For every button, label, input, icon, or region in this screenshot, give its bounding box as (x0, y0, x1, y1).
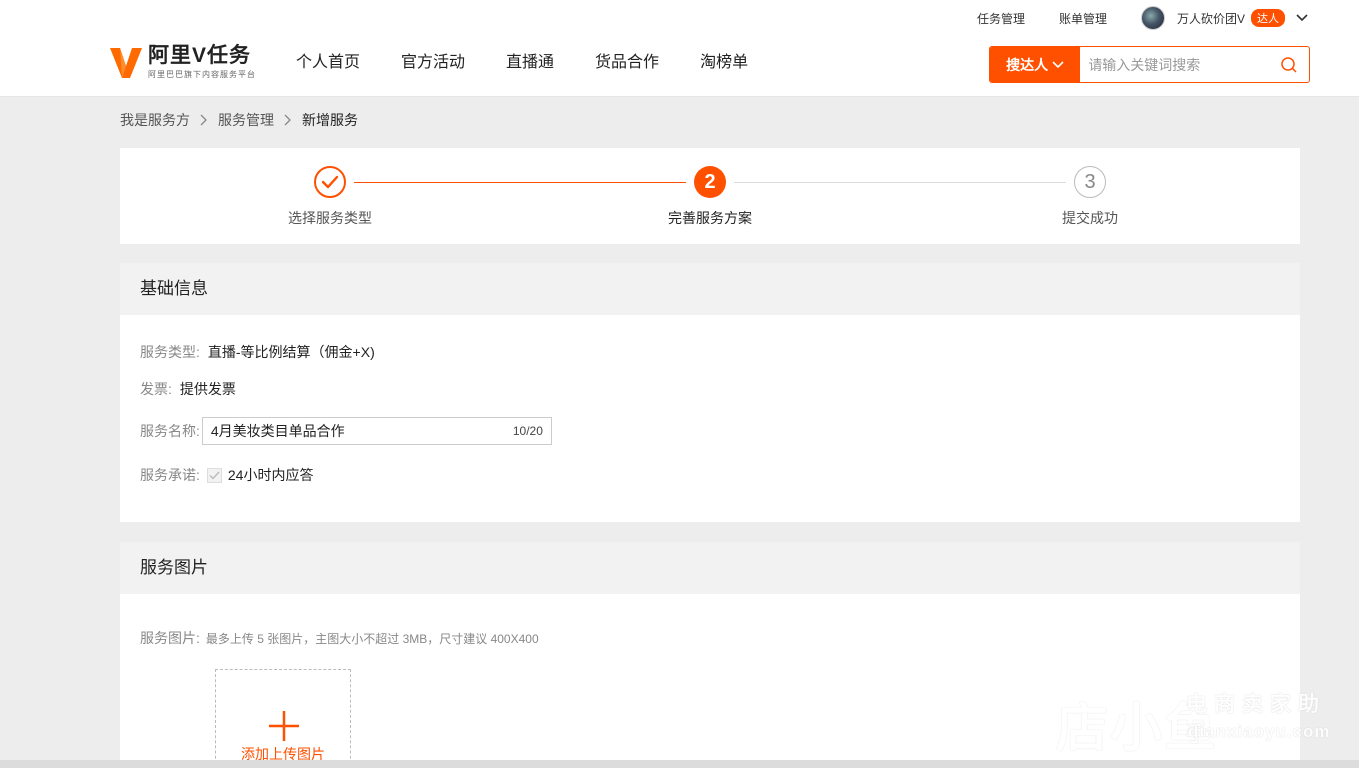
breadcrumb: 我是服务方 服务管理 新增服务 (120, 110, 358, 130)
upload-image-button[interactable]: 添加上传图片 (215, 669, 351, 768)
promise-checkbox[interactable] (206, 467, 222, 483)
logo-icon (110, 48, 142, 78)
logo[interactable]: 阿里V任务 阿里巴巴旗下内容服务平台 (108, 44, 256, 80)
nav-official-activity[interactable]: 官方活动 (401, 52, 465, 74)
breadcrumb-new-service: 新增服务 (302, 112, 358, 128)
nav-goods-cooperation[interactable]: 货品合作 (595, 52, 659, 74)
invoice-value: 提供发票 (179, 381, 236, 397)
step-1: 选择服务类型 (260, 166, 400, 228)
topbar: 任务管理 账单管理 万人砍价团V 达人 (977, 0, 1359, 36)
promise-row: 服务承诺: 24小时内应答 (140, 465, 313, 485)
chevron-right-icon (200, 114, 208, 126)
service-type-row: 服务类型: 直播-等比例结算（佣金+X) (140, 342, 375, 362)
breadcrumb-service-provider[interactable]: 我是服务方 (120, 110, 190, 130)
header: 任务管理 账单管理 万人砍价团V 达人 阿里V任务 阿里巴巴旗下内容服务平台 个… (0, 0, 1359, 97)
service-name-label: 服务名称: (140, 423, 200, 439)
logo-subtitle: 阿里巴巴旗下内容服务平台 (148, 70, 256, 79)
progress-steps: 选择服务类型 2 完善服务方案 3 提交成功 (120, 148, 1300, 244)
images-row: 服务图片: 最多上传 5 张图片，主图大小不超过 3MB，尺寸建议 400X40… (140, 628, 539, 648)
task-manage-link[interactable]: 任务管理 (977, 10, 1025, 27)
search-type-dropdown[interactable]: 搜达人 (990, 47, 1081, 82)
service-type-label: 服务类型: (140, 344, 200, 360)
nav-rankings[interactable]: 淘榜单 (700, 52, 748, 74)
chevron-down-icon[interactable] (1295, 11, 1309, 25)
promise-value: 24小时内应答 (227, 467, 314, 483)
fish-logo-icon (968, 693, 1050, 739)
search-icon[interactable] (1269, 47, 1309, 82)
step-2-label: 完善服务方案 (668, 210, 752, 226)
username: 万人砍价团V (1176, 11, 1245, 26)
main-nav: 个人首页 官方活动 直播通 货品合作 淘榜单 (296, 52, 789, 74)
basic-info-title: 基础信息 (120, 263, 1300, 315)
watermark: 店小鱼 电商卖家助手 dianxiaoyu.com (968, 684, 1348, 758)
step-3-label: 提交成功 (1062, 210, 1118, 226)
plus-icon (269, 711, 299, 741)
images-title: 服务图片 (120, 542, 1300, 594)
images-label: 服务图片: (140, 630, 200, 646)
service-type-value: 直播-等比例结算（佣金+X) (207, 344, 375, 360)
invoice-label: 发票: (140, 381, 172, 397)
step-3: 3 提交成功 (1020, 166, 1160, 228)
nav-live[interactable]: 直播通 (506, 52, 554, 74)
step-1-label: 选择服务类型 (288, 210, 372, 226)
user-menu[interactable]: 万人砍价团V 达人 (1140, 6, 1309, 30)
search-type-label: 搜达人 (1006, 56, 1049, 73)
promise-label: 服务承诺: (140, 467, 200, 483)
chevron-right-icon (284, 114, 292, 126)
search-input[interactable] (1080, 47, 1270, 82)
chevron-down-icon (1052, 60, 1064, 68)
step-2: 2 完善服务方案 (640, 166, 780, 228)
search-bar: 搜达人 (989, 46, 1310, 83)
bill-manage-link[interactable]: 账单管理 (1059, 10, 1107, 27)
service-name-value: 4月美妆类目单品合作 (210, 423, 345, 439)
service-name-input[interactable]: 4月美妆类目单品合作 10/20 (201, 417, 552, 445)
step-line-pending (734, 182, 1066, 183)
invoice-row: 发票: 提供发票 (140, 379, 236, 399)
watermark-domain: dianxiaoyu.com (1188, 722, 1331, 741)
basic-info-section: 服务类型: 直播-等比例结算（佣金+X) 发票: 提供发票 服务名称: 4月美妆… (120, 315, 1300, 522)
step-3-number: 3 (1074, 166, 1106, 198)
window-bottom-edge (0, 760, 1359, 768)
avatar[interactable] (1140, 6, 1165, 30)
service-name-row: 服务名称: 4月美妆类目单品合作 10/20 (140, 417, 552, 445)
step-line-done (354, 182, 686, 183)
user-badge: 达人 (1251, 9, 1285, 27)
images-hint: 最多上传 5 张图片，主图大小不超过 3MB，尺寸建议 400X400 (205, 631, 539, 646)
step-2-number: 2 (694, 166, 726, 198)
nav-home[interactable]: 个人首页 (296, 52, 360, 74)
service-name-counter: 10/20 (512, 424, 543, 438)
logo-title: 阿里V任务 (148, 44, 252, 67)
check-icon (314, 166, 346, 198)
breadcrumb-service-manage[interactable]: 服务管理 (218, 110, 274, 130)
